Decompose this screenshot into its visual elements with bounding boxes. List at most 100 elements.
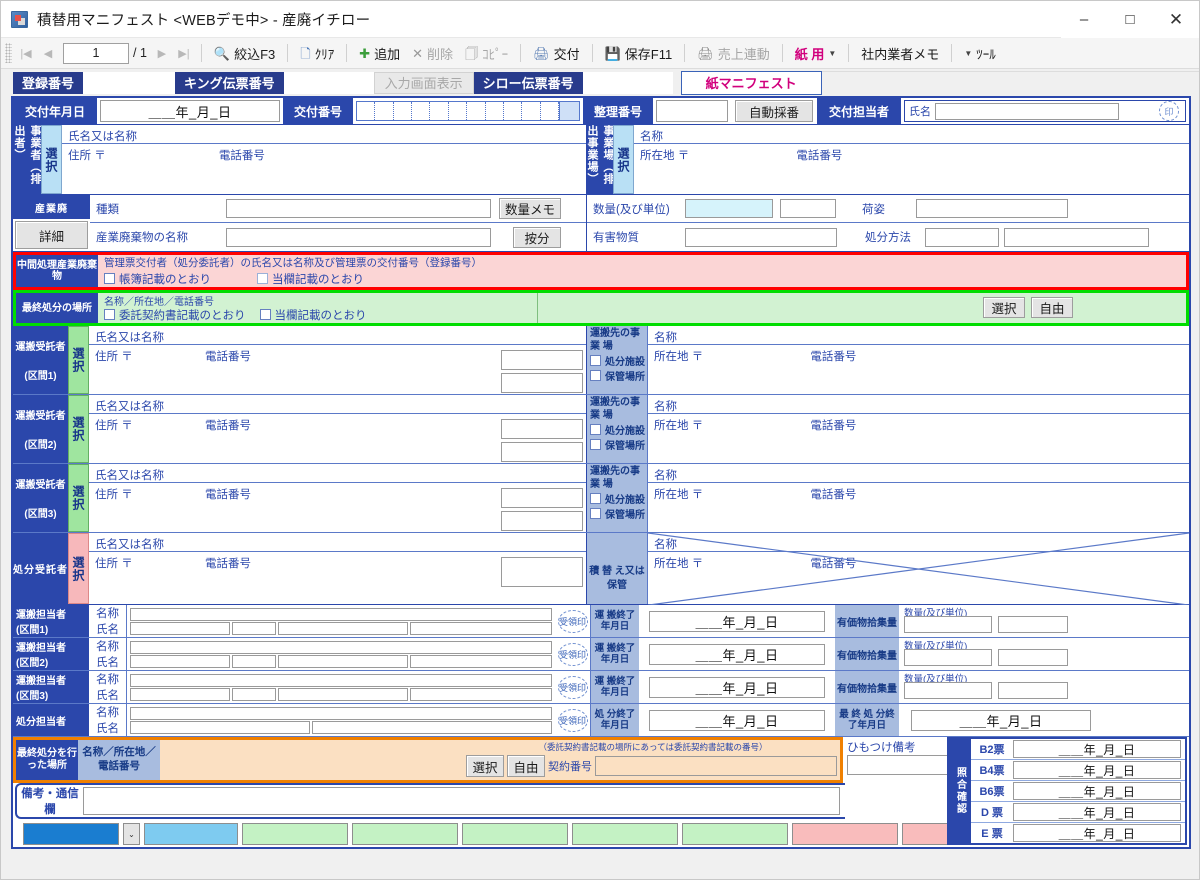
status-cell-green-5[interactable] xyxy=(682,823,788,845)
intermediate-check1[interactable]: 帳簿記載のとおり xyxy=(104,271,211,287)
carrier1-extra-input-1[interactable] xyxy=(501,349,583,370)
emitter-select-button[interactable]: 選択 xyxy=(41,125,62,194)
staff3-date-input[interactable]: ＿＿年_月_日 xyxy=(649,676,825,698)
issue-date-input[interactable]: ＿＿年_月_日 xyxy=(100,100,280,122)
qty-unit-input[interactable] xyxy=(780,199,836,218)
delete-button[interactable]: ✕ 削除 xyxy=(406,42,459,65)
verify-date-d[interactable]: ＿＿年_月_日 xyxy=(1013,803,1181,821)
staff1-person-input-4[interactable] xyxy=(410,621,552,635)
issue-button[interactable]: 🖨 交付 xyxy=(527,42,586,65)
carrier2-storage-check[interactable]: 保管場所 xyxy=(590,438,645,454)
final-place-select-button[interactable]: 選択 xyxy=(983,297,1025,318)
shiro-slip-number-input[interactable] xyxy=(582,71,673,94)
final-place-check2[interactable]: 当欄記載のとおり xyxy=(259,307,367,323)
final-disposal-place-input[interactable] xyxy=(160,740,466,780)
seiri-number-input[interactable] xyxy=(656,100,728,122)
waste-detail-button[interactable]: 詳細 xyxy=(15,221,88,249)
checkbox-icon[interactable] xyxy=(590,507,601,519)
status-cell-green-1[interactable] xyxy=(242,823,348,845)
qty-value-input[interactable] xyxy=(685,199,773,218)
disposal-staff-person-input-1[interactable] xyxy=(130,720,310,734)
disposal-method-text-input[interactable] xyxy=(1004,227,1149,247)
final-place-free-button[interactable]: 自由 xyxy=(1031,297,1073,318)
staff1-name-input[interactable] xyxy=(130,607,552,621)
maximize-button[interactable]: □ xyxy=(1107,0,1153,38)
clear-button[interactable]: 🗋 ｸﾘｱ xyxy=(294,42,340,65)
verify-date-b4[interactable]: ＿＿年_月_日 xyxy=(1013,761,1181,779)
staff3-person-input-3[interactable] xyxy=(278,687,408,701)
checkbox-icon[interactable] xyxy=(590,424,601,435)
show-input-screen-button[interactable]: 入力画面表示 xyxy=(373,71,474,94)
staff2-name-input[interactable] xyxy=(130,640,552,654)
chevron-down-icon[interactable]: ⌄ xyxy=(123,823,140,845)
verify-date-b6[interactable]: ＿＿年_月_日 xyxy=(1013,782,1181,800)
staff1-person-input-3[interactable] xyxy=(278,621,408,635)
carrier1-extra-input-2[interactable] xyxy=(501,372,583,393)
staff3-qty-input[interactable] xyxy=(904,682,992,699)
staff2-person-input-3[interactable] xyxy=(278,654,408,668)
final-disposal-select-button[interactable]: 選択 xyxy=(466,755,504,777)
tools-dropdown[interactable]: ▼ ﾂｰﾙ xyxy=(958,42,1001,65)
final-place-check1[interactable]: 委託契約書記載のとおり xyxy=(104,307,246,323)
king-slip-number-input[interactable] xyxy=(283,71,374,94)
carrier3-storage-check[interactable]: 保管場所 xyxy=(590,507,645,523)
carrier2-facility-check[interactable]: 処分施設 xyxy=(590,424,645,439)
contract-number-input[interactable] xyxy=(595,756,837,776)
staff1-person-input-2[interactable] xyxy=(232,621,276,635)
issue-staff-name-input[interactable] xyxy=(935,102,1119,120)
prorate-button[interactable]: 按分 xyxy=(513,226,561,248)
qty-memo-button[interactable]: 数量メモ xyxy=(499,198,561,219)
carrier3-extra-input-2[interactable] xyxy=(501,510,583,531)
staff1-unit-input[interactable] xyxy=(998,616,1068,633)
minimize-button[interactable]: – xyxy=(1061,0,1107,38)
status-cell-green-3[interactable] xyxy=(462,823,568,845)
staff1-qty-input[interactable] xyxy=(904,616,992,633)
status-cell-cyan[interactable] xyxy=(144,823,238,845)
checkbox-icon[interactable] xyxy=(259,308,271,320)
staff2-qty-input[interactable] xyxy=(904,649,992,666)
staff2-date-input[interactable]: ＿＿年_月_日 xyxy=(649,643,825,665)
staff2-person-input-4[interactable] xyxy=(410,654,552,668)
staff3-person-input-1[interactable] xyxy=(130,687,230,701)
prev-record-button[interactable]: ◀ xyxy=(37,42,59,64)
carrier1-facility-check[interactable]: 処分施設 xyxy=(590,355,645,370)
checkbox-icon[interactable] xyxy=(590,355,601,366)
checkbox-icon[interactable] xyxy=(104,308,115,320)
filter-button[interactable]: 🔍 絞込F3 xyxy=(208,42,281,65)
disposal-staff-person-input-2[interactable] xyxy=(312,720,552,734)
staff3-person-input-4[interactable] xyxy=(410,687,552,701)
status-cell-green-4[interactable] xyxy=(572,823,678,845)
staff2-person-input-2[interactable] xyxy=(232,654,276,668)
carrier1-storage-check[interactable]: 保管場所 xyxy=(590,369,645,385)
close-button[interactable]: ✕ xyxy=(1153,0,1199,38)
status-cell-pink-1[interactable] xyxy=(792,823,898,845)
registration-number-input[interactable] xyxy=(83,71,176,94)
remarks-input[interactable] xyxy=(83,787,840,815)
save-button[interactable]: 💾 保存F11 xyxy=(599,42,679,65)
final-place-value-area[interactable] xyxy=(538,293,980,323)
carrier3-facility-check[interactable]: 処分施設 xyxy=(590,493,645,508)
internal-memo-button[interactable]: 社内業者メモ xyxy=(855,42,945,65)
waste-type-input[interactable] xyxy=(226,199,491,218)
checkbox-icon[interactable] xyxy=(590,493,601,504)
hazard-input[interactable] xyxy=(685,227,837,247)
status-dropdown-value[interactable] xyxy=(23,823,119,845)
add-button[interactable]: ✚ 追加 xyxy=(353,42,406,65)
emitter-site-select-button[interactable]: 選択 xyxy=(613,125,634,194)
record-number-input[interactable]: 1 xyxy=(63,42,129,64)
next-record-button[interactable]: ▶ xyxy=(151,42,173,64)
carrier2-select-button[interactable]: 選択 xyxy=(68,395,89,463)
disposal-method-code-input[interactable] xyxy=(925,227,999,247)
staff2-unit-input[interactable] xyxy=(998,649,1068,666)
carrier2-extra-input-2[interactable] xyxy=(501,441,583,462)
checkbox-icon[interactable] xyxy=(257,272,268,284)
carrier3-extra-input-1[interactable] xyxy=(501,487,583,508)
disposal-staff-name-input[interactable] xyxy=(130,706,552,720)
status-cell-green-2[interactable] xyxy=(352,823,458,845)
disposer-extra-input[interactable] xyxy=(501,557,583,587)
paper-use-dropdown[interactable]: 紙 用 ▼ xyxy=(789,42,843,65)
staff3-name-input[interactable] xyxy=(130,673,552,687)
sales-link-button[interactable]: 🖨 売上連動 xyxy=(691,42,776,65)
carrier3-select-button[interactable]: 選択 xyxy=(68,464,89,532)
last-record-button[interactable]: ▶| xyxy=(173,42,195,64)
